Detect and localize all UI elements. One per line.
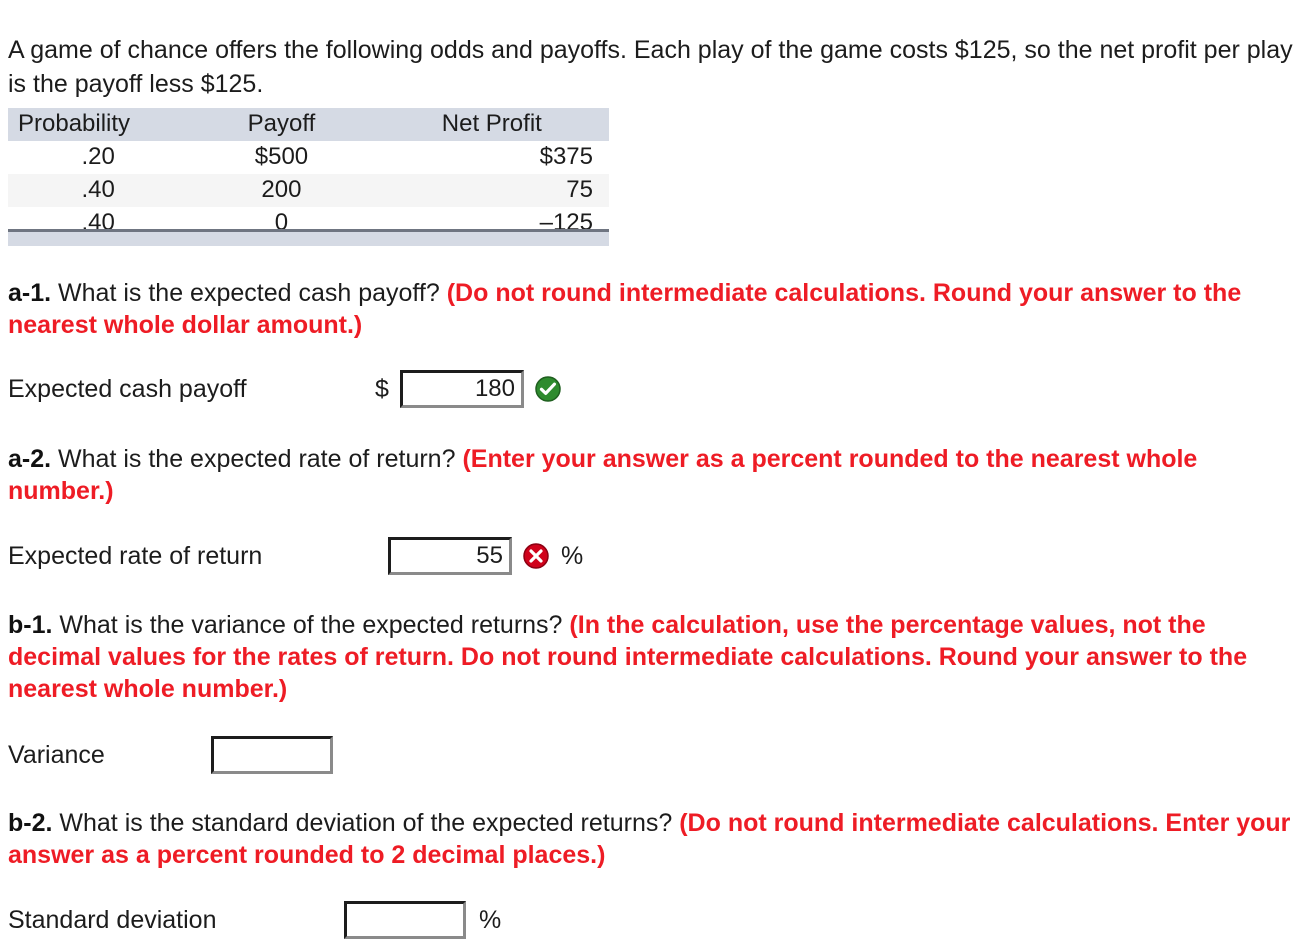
question-b2-text: What is the standard deviation of the ex… — [59, 809, 673, 837]
check-circle-icon — [535, 376, 561, 402]
currency-symbol: $ — [375, 374, 389, 403]
question-a1-text: What is the expected cash payoff? — [58, 279, 440, 307]
cell-payoff: $500 — [188, 141, 375, 174]
answer-label-standard-deviation: Standard deviation — [8, 905, 217, 934]
percent-sign-rate-of-return: % — [561, 541, 584, 570]
answer-row-expected-cash-payoff: Expected cash payoff $ — [8, 370, 561, 408]
question-a1-label: a-1. — [8, 279, 52, 307]
x-circle-icon — [523, 543, 549, 569]
answer-row-variance: Variance — [8, 736, 333, 774]
cell-net-profit: $375 — [374, 141, 609, 174]
question-a2-text: What is the expected rate of return? — [58, 445, 456, 473]
answer-row-expected-rate-of-return: Expected rate of return % — [8, 537, 583, 575]
table-row: .20 $500 $375 — [8, 141, 609, 174]
column-header-payoff: Payoff — [188, 108, 375, 141]
cell-probability: .40 — [8, 174, 189, 207]
expected-cash-payoff-input[interactable] — [400, 370, 524, 408]
cell-probability: .20 — [8, 141, 189, 174]
standard-deviation-input[interactable] — [344, 901, 466, 939]
intro-paragraph: A game of chance offers the following od… — [8, 36, 1293, 98]
column-header-probability: Probability — [8, 108, 189, 141]
exercise-page: A game of chance offers the following od… — [0, 0, 1306, 948]
payoff-table: Probability Payoff Net Profit .20 $500 $… — [8, 108, 609, 240]
table-row: .40 200 75 — [8, 174, 609, 207]
question-b1-label: b-1. — [8, 611, 53, 639]
payoff-table-body: .20 $500 $375 .40 200 75 .40 0 –125 — [8, 141, 609, 240]
question-b2-label: b-2. — [8, 809, 53, 837]
question-a2-label: a-2. — [8, 445, 52, 473]
cell-payoff: 200 — [188, 174, 375, 207]
question-b2: b-2. What is the standard deviation of t… — [8, 807, 1300, 871]
question-b1-text: What is the variance of the expected ret… — [59, 611, 563, 639]
question-b1: b-1. What is the variance of the expecte… — [8, 609, 1300, 705]
table-footer-bar — [8, 229, 609, 246]
table-header-row: Probability Payoff Net Profit — [8, 108, 609, 141]
question-a1: a-1. What is the expected cash payoff? (… — [8, 277, 1300, 341]
answer-label-variance: Variance — [8, 740, 105, 769]
answer-label-expected-cash-payoff: Expected cash payoff — [8, 374, 247, 403]
cell-net-profit: 75 — [374, 174, 609, 207]
column-header-net-profit: Net Profit — [374, 108, 609, 141]
percent-sign-standard-deviation: % — [479, 905, 502, 934]
variance-input[interactable] — [211, 736, 333, 774]
answer-label-expected-rate-of-return: Expected rate of return — [8, 541, 263, 570]
answer-row-standard-deviation: Standard deviation % — [8, 901, 501, 939]
expected-rate-of-return-input[interactable] — [388, 537, 512, 575]
question-a2: a-2. What is the expected rate of return… — [8, 443, 1300, 507]
payoff-table-head: Probability Payoff Net Profit — [8, 108, 609, 141]
